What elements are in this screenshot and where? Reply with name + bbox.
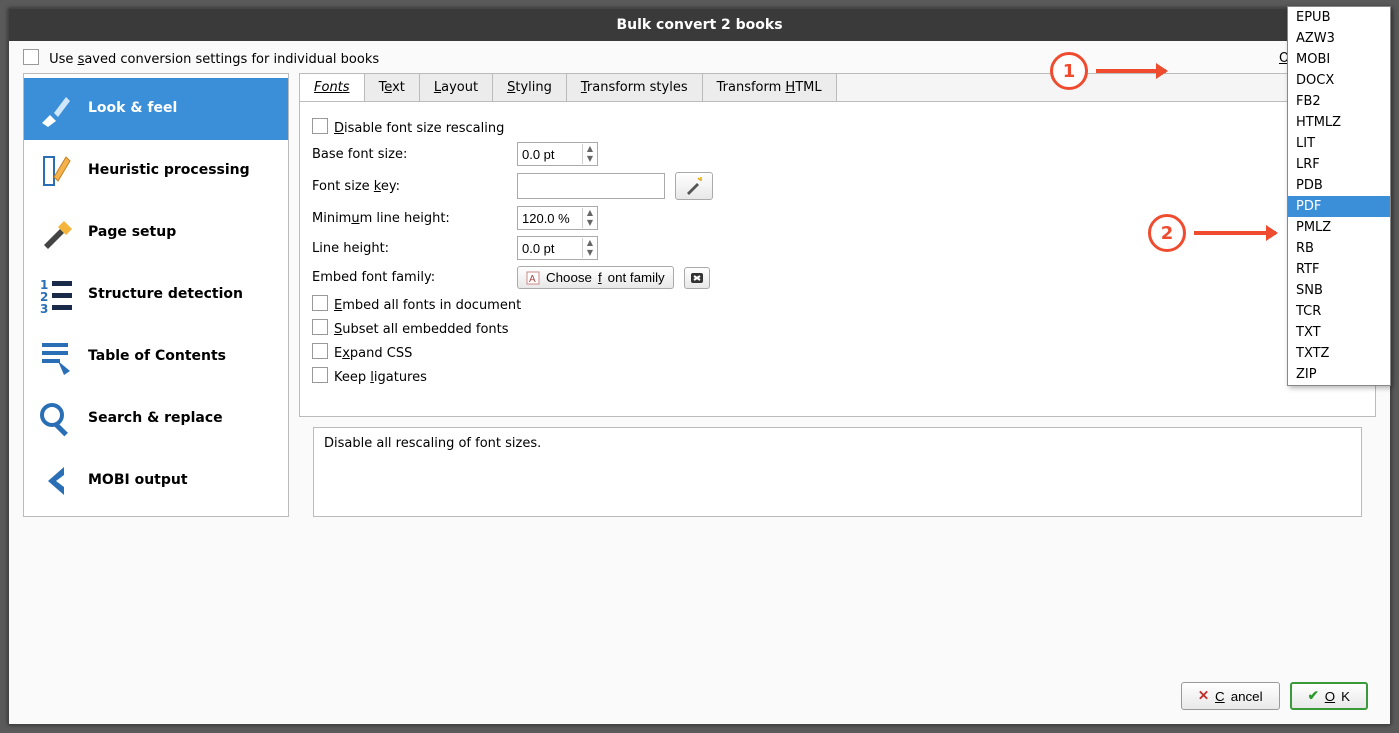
- font-size-key-label: Font size key:: [312, 179, 507, 194]
- arrow-icon: [1194, 231, 1276, 235]
- format-option-pdf[interactable]: PDF: [1288, 196, 1390, 217]
- check-icon: ✔: [1308, 688, 1319, 704]
- dialog-title: Bulk convert 2 books: [9, 9, 1390, 41]
- format-option-mobi[interactable]: MOBI: [1288, 49, 1390, 70]
- format-option-pmlz[interactable]: PMLZ: [1288, 217, 1390, 238]
- tab-styling[interactable]: Styling: [493, 74, 567, 101]
- toc-icon: [34, 335, 78, 379]
- output-format-dropdown[interactable]: EPUBAZW3MOBIDOCXFB2HTMLZLITLRFPDBPDFPMLZ…: [1287, 6, 1391, 386]
- format-option-lrf[interactable]: LRF: [1288, 154, 1390, 175]
- numbered-list-icon: 123: [34, 273, 78, 317]
- format-option-lit[interactable]: LIT: [1288, 133, 1390, 154]
- embed-all-fonts-checkbox[interactable]: Embed all fonts in document: [312, 295, 521, 313]
- format-option-tcr[interactable]: TCR: [1288, 301, 1390, 322]
- tab-transform-styles[interactable]: Transform styles: [567, 74, 703, 101]
- checkbox-icon: [23, 49, 39, 65]
- embed-font-family-label: Embed font family:: [312, 270, 507, 285]
- sidebar-item-look-and-feel[interactable]: Look & feel: [24, 78, 288, 140]
- category-sidebar: Look & feel Heuristic processing Page se…: [23, 73, 289, 517]
- sidebar-item-toc[interactable]: Table of Contents: [24, 326, 288, 388]
- subset-fonts-checkbox[interactable]: Subset all embedded fonts: [312, 319, 509, 337]
- chevron-left-icon: [34, 459, 78, 503]
- svg-text:3: 3: [40, 302, 48, 315]
- font-size-key-input[interactable]: [517, 173, 665, 199]
- format-option-rb[interactable]: RB: [1288, 238, 1390, 259]
- disable-rescaling-checkbox[interactable]: Disable font size rescaling: [312, 118, 504, 136]
- format-option-pdb[interactable]: PDB: [1288, 175, 1390, 196]
- close-icon: ✕: [1198, 688, 1209, 704]
- tab-bar: Fonts Text Layout Styling Transform styl…: [299, 73, 1376, 102]
- annotation-callout-1: 1: [1050, 52, 1088, 90]
- keep-ligatures-checkbox[interactable]: Keep ligatures: [312, 367, 427, 385]
- tools-icon: [34, 211, 78, 255]
- font-icon: A: [526, 271, 540, 285]
- format-option-fb2[interactable]: FB2: [1288, 91, 1390, 112]
- base-font-size-input[interactable]: ▲▼: [517, 142, 598, 166]
- format-option-docx[interactable]: DOCX: [1288, 70, 1390, 91]
- tab-text[interactable]: Text: [365, 74, 420, 101]
- tab-transform-html[interactable]: Transform HTML: [703, 74, 837, 101]
- sidebar-item-search-replace[interactable]: Search & replace: [24, 388, 288, 450]
- sidebar-item-heuristic[interactable]: Heuristic processing: [24, 140, 288, 202]
- pencil-ruler-icon: [34, 149, 78, 193]
- tab-fonts[interactable]: Fonts: [300, 74, 365, 101]
- arrow-icon: [1096, 69, 1166, 73]
- min-line-height-input[interactable]: ▲▼: [517, 206, 598, 230]
- choose-font-family-button[interactable]: A Choose font family: [517, 266, 674, 289]
- format-option-txt[interactable]: TXT: [1288, 322, 1390, 343]
- line-height-label: Line height:: [312, 241, 507, 256]
- sidebar-item-structure[interactable]: 123 Structure detection: [24, 264, 288, 326]
- use-saved-settings-checkbox[interactable]: Use saved conversion settings for indivi…: [23, 49, 379, 67]
- format-option-snb[interactable]: SNB: [1288, 280, 1390, 301]
- expand-css-checkbox[interactable]: Expand CSS: [312, 343, 412, 361]
- help-text: Disable all rescaling of font sizes.: [313, 427, 1362, 517]
- sidebar-item-mobi-output[interactable]: MOBI output: [24, 450, 288, 512]
- wand-icon: [684, 176, 704, 196]
- format-option-zip[interactable]: ZIP: [1288, 364, 1390, 385]
- line-height-input[interactable]: ▲▼: [517, 236, 598, 260]
- clear-icon: [690, 271, 704, 285]
- fonts-panel: Disable font size rescaling Base font si…: [299, 102, 1376, 417]
- bulk-convert-dialog: Bulk convert 2 books Use saved conversio…: [8, 8, 1391, 725]
- tab-layout[interactable]: Layout: [420, 74, 493, 101]
- ok-button[interactable]: ✔OK: [1290, 682, 1368, 710]
- magnifier-icon: [34, 397, 78, 441]
- sidebar-item-page-setup[interactable]: Page setup: [24, 202, 288, 264]
- base-font-size-label: Base font size:: [312, 147, 507, 162]
- annotation-callout-2: 2: [1148, 214, 1186, 252]
- svg-text:A: A: [529, 274, 536, 285]
- format-option-azw3[interactable]: AZW3: [1288, 28, 1390, 49]
- font-size-key-wizard-button[interactable]: [675, 172, 713, 200]
- cancel-button[interactable]: ✕Cancel: [1181, 682, 1280, 710]
- format-option-txtz[interactable]: TXTZ: [1288, 343, 1390, 364]
- min-line-height-label: Minimum line height:: [312, 211, 507, 226]
- format-option-epub[interactable]: EPUB: [1288, 7, 1390, 28]
- clear-font-family-button[interactable]: [684, 267, 710, 289]
- format-option-htmlz[interactable]: HTMLZ: [1288, 112, 1390, 133]
- paintbrush-icon: [34, 87, 78, 131]
- format-option-rtf[interactable]: RTF: [1288, 259, 1390, 280]
